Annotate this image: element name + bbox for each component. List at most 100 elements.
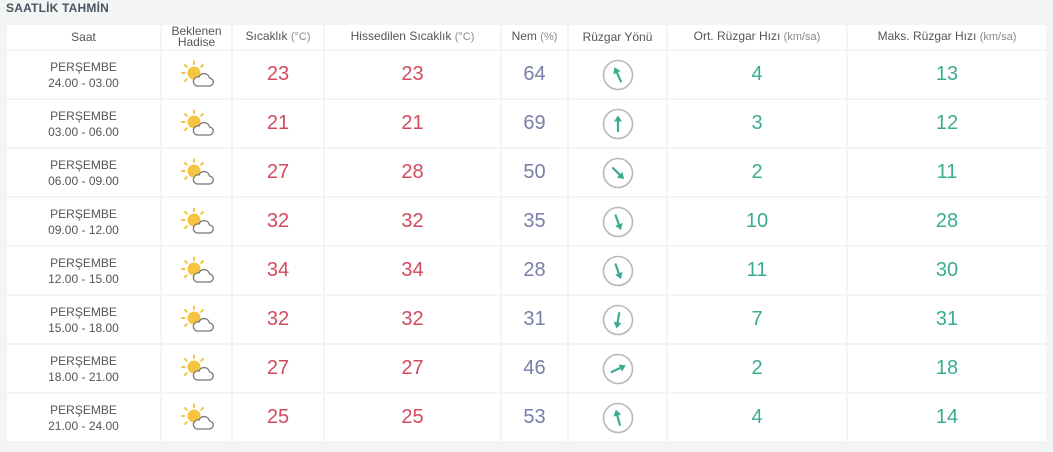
- period-label: 03.00 - 06.00: [48, 124, 119, 139]
- temperature-cell: 27: [233, 345, 323, 392]
- partly-cloudy-icon: [180, 256, 214, 283]
- partly-cloudy-icon: [180, 403, 214, 430]
- avg-wind-cell: 2: [668, 345, 846, 392]
- wind-direction-cell: [569, 100, 666, 147]
- partly-cloudy-icon: [180, 207, 214, 234]
- period-label: 21.00 - 24.00: [48, 418, 119, 433]
- partly-cloudy-icon: [180, 158, 214, 185]
- wind-direction-cell: [569, 345, 666, 392]
- wind-direction-cell: [569, 296, 666, 343]
- temperature-cell: 25: [233, 394, 323, 441]
- wind-direction-icon: [602, 255, 633, 286]
- condition-cell: [162, 247, 231, 294]
- wind-direction-cell: [569, 198, 666, 245]
- temperature-cell: 27: [233, 149, 323, 196]
- feels-like-cell: 25: [325, 394, 500, 441]
- humidity-cell: 46: [502, 345, 567, 392]
- condition-cell: [162, 198, 231, 245]
- max-wind-cell: 18: [848, 345, 1046, 392]
- avg-wind-cell: 4: [668, 51, 846, 98]
- header-feels-like: Hissedilen Sıcaklık (°C): [325, 25, 500, 49]
- period-label: 18.00 - 21.00: [48, 369, 119, 384]
- day-label: PERŞEMBE: [50, 402, 117, 417]
- forecast-row: PERŞEMBE 15.00 - 18.00 32 32 31 7 31: [7, 296, 1046, 343]
- temperature-cell: 23: [233, 51, 323, 98]
- feels-like-cell: 21: [325, 100, 500, 147]
- time-cell: PERŞEMBE 09.00 - 12.00: [7, 198, 160, 245]
- forecast-row: PERŞEMBE 03.00 - 06.00 21 21 69 3 12: [7, 100, 1046, 147]
- day-label: PERŞEMBE: [50, 255, 117, 270]
- header-time: Saat: [7, 25, 160, 49]
- forecast-row: PERŞEMBE 09.00 - 12.00 32 32 35 10 28: [7, 198, 1046, 245]
- wind-direction-icon: [602, 402, 633, 433]
- time-cell: PERŞEMBE 15.00 - 18.00: [7, 296, 160, 343]
- wind-direction-icon: [602, 59, 633, 90]
- max-wind-cell: 14: [848, 394, 1046, 441]
- humidity-cell: 53: [502, 394, 567, 441]
- wind-direction-icon: [602, 353, 633, 384]
- day-label: PERŞEMBE: [50, 206, 117, 221]
- period-label: 15.00 - 18.00: [48, 320, 119, 335]
- day-label: PERŞEMBE: [50, 157, 117, 172]
- avg-wind-cell: 10: [668, 198, 846, 245]
- humidity-cell: 69: [502, 100, 567, 147]
- day-label: PERŞEMBE: [50, 59, 117, 74]
- condition-cell: [162, 149, 231, 196]
- forecast-row: PERŞEMBE 06.00 - 09.00 27 28 50 2 11: [7, 149, 1046, 196]
- forecast-row: PERŞEMBE 18.00 - 21.00 27 27 46 2 18: [7, 345, 1046, 392]
- humidity-cell: 35: [502, 198, 567, 245]
- temperature-cell: 34: [233, 247, 323, 294]
- humidity-cell: 28: [502, 247, 567, 294]
- section-title: SAATLİK TAHMİN: [6, 1, 110, 15]
- max-wind-cell: 30: [848, 247, 1046, 294]
- feels-like-cell: 28: [325, 149, 500, 196]
- period-label: 09.00 - 12.00: [48, 222, 119, 237]
- wind-direction-icon: [602, 157, 633, 188]
- feels-like-cell: 32: [325, 296, 500, 343]
- partly-cloudy-icon: [180, 60, 214, 87]
- feels-like-cell: 32: [325, 198, 500, 245]
- header-max-wind: Maks. Rüzgar Hızı (km/sa): [848, 25, 1046, 49]
- time-cell: PERŞEMBE 21.00 - 24.00: [7, 394, 160, 441]
- max-wind-cell: 28: [848, 198, 1046, 245]
- condition-cell: [162, 296, 231, 343]
- forecast-row: PERŞEMBE 12.00 - 15.00 34 34 28 11 30: [7, 247, 1046, 294]
- time-cell: PERŞEMBE 03.00 - 06.00: [7, 100, 160, 147]
- wind-direction-icon: [602, 206, 633, 237]
- header-condition: Beklenen Hadise: [162, 25, 231, 49]
- avg-wind-cell: 4: [668, 394, 846, 441]
- forecast-row: PERŞEMBE 24.00 - 03.00 23 23 64 4 13: [7, 51, 1046, 98]
- time-cell: PERŞEMBE 18.00 - 21.00: [7, 345, 160, 392]
- period-label: 06.00 - 09.00: [48, 173, 119, 188]
- max-wind-cell: 31: [848, 296, 1046, 343]
- feels-like-cell: 23: [325, 51, 500, 98]
- period-label: 24.00 - 03.00: [48, 75, 119, 90]
- condition-cell: [162, 51, 231, 98]
- humidity-cell: 64: [502, 51, 567, 98]
- partly-cloudy-icon: [180, 354, 214, 381]
- time-cell: PERŞEMBE 24.00 - 03.00: [7, 51, 160, 98]
- max-wind-cell: 12: [848, 100, 1046, 147]
- day-label: PERŞEMBE: [50, 108, 117, 123]
- avg-wind-cell: 2: [668, 149, 846, 196]
- day-label: PERŞEMBE: [50, 353, 117, 368]
- wind-direction-cell: [569, 149, 666, 196]
- temperature-cell: 32: [233, 198, 323, 245]
- header-row: Saat Beklenen Hadise Sıcaklık (°C) Hissed…: [7, 25, 1046, 49]
- wind-direction-cell: [569, 51, 666, 98]
- header-avg-wind: Ort. Rüzgar Hızı (km/sa): [668, 25, 846, 49]
- header-humidity: Nem (%): [502, 25, 567, 49]
- max-wind-cell: 11: [848, 149, 1046, 196]
- wind-direction-icon: [602, 304, 633, 335]
- wind-direction-cell: [569, 247, 666, 294]
- partly-cloudy-icon: [180, 109, 214, 136]
- wind-direction-cell: [569, 394, 666, 441]
- max-wind-cell: 13: [848, 51, 1046, 98]
- feels-like-cell: 27: [325, 345, 500, 392]
- condition-cell: [162, 345, 231, 392]
- condition-cell: [162, 394, 231, 441]
- feels-like-cell: 34: [325, 247, 500, 294]
- wind-direction-icon: [602, 108, 633, 139]
- avg-wind-cell: 7: [668, 296, 846, 343]
- avg-wind-cell: 11: [668, 247, 846, 294]
